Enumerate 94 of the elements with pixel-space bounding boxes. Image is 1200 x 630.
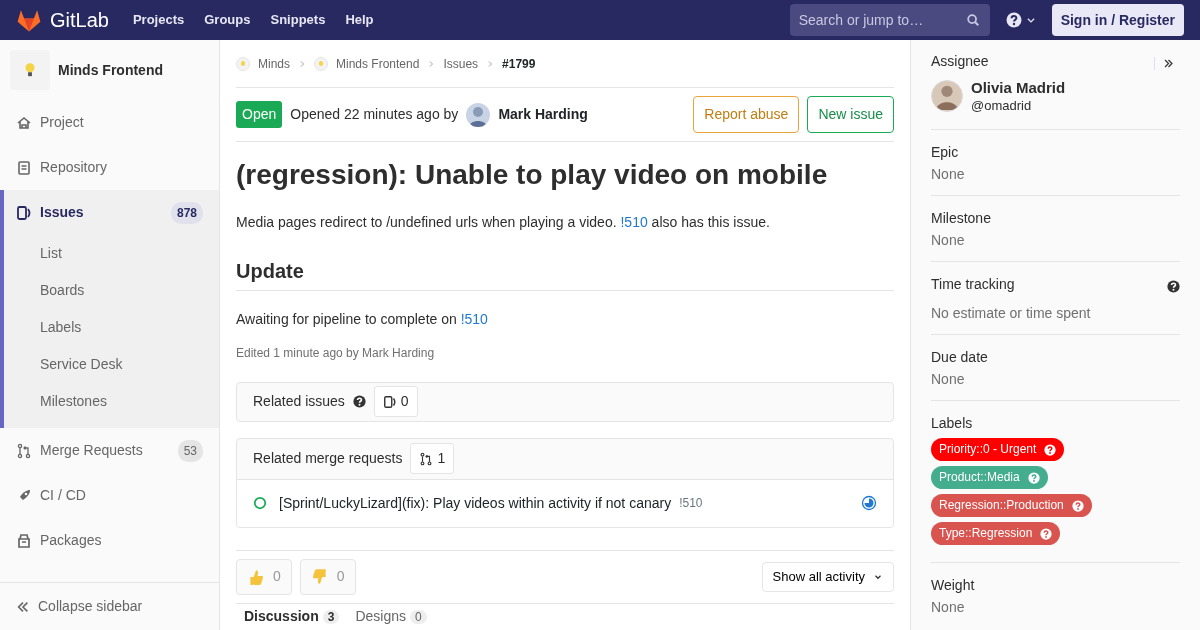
label-tag[interactable]: Type::Regression — [931, 522, 1061, 546]
card-title: Related issues — [253, 392, 345, 412]
activity-filter-dropdown[interactable]: Show all activity — [761, 561, 894, 592]
package-icon — [16, 532, 32, 549]
breadcrumb-link[interactable]: Issues — [443, 54, 479, 73]
sign-in-button[interactable]: Sign in / Register — [1051, 4, 1184, 36]
field-value: None — [931, 231, 966, 250]
field-value: None — [931, 598, 966, 617]
author-avatar — [466, 102, 491, 127]
merge-request-link[interactable]: [Sprint/LuckyLizard](fix): Play videos within activity if not canary — [279, 492, 672, 514]
merge-request-count-badge: 1 — [410, 443, 455, 475]
home-icon — [16, 114, 32, 131]
assignee-username: @omadrid — [971, 97, 1033, 115]
open-status-icon — [253, 496, 267, 511]
chevron-right-icon — [486, 59, 495, 68]
sidebar-subitem[interactable]: Milestones — [4, 383, 219, 420]
project-name[interactable]: Minds Frontend — [58, 59, 163, 81]
sidebar-subitem[interactable]: Service Desk — [4, 346, 219, 383]
group-avatar — [236, 56, 250, 71]
tab[interactable]: Designs 0 — [347, 604, 435, 629]
help-icon — [352, 395, 366, 409]
count-badge: 53 — [177, 439, 203, 462]
count-badge: 0 — [410, 610, 427, 625]
issues-icon — [16, 204, 32, 221]
sidebar-item[interactable]: CI / CD — [0, 473, 219, 518]
issue-count-badge: 0 — [373, 386, 418, 418]
section-heading: Time tracking — [931, 275, 1015, 294]
edited-note: Edited 1 minute ago by Mark Harding — [236, 344, 436, 362]
new-issue-button[interactable]: New issue — [807, 96, 894, 133]
paragraph: Media pages redirect to /undefined urls when playing a video. !510 also has this issue. — [236, 212, 771, 232]
field-value: None — [931, 164, 966, 183]
sidebar-item[interactable]: Repository — [0, 145, 219, 190]
merge-request-icon — [419, 451, 434, 466]
card-title: Related merge requests — [253, 449, 403, 469]
caret-icon — [1025, 15, 1036, 25]
sidebar-subitem[interactable]: List — [4, 235, 219, 272]
thumbs-down-icon — [310, 567, 329, 586]
nav-link[interactable]: Projects — [132, 10, 185, 30]
report-abuse-button[interactable]: Report abuse — [693, 96, 800, 133]
search-field[interactable]: Search or jump to… — [789, 4, 990, 36]
tab[interactable]: Discussion 3 — [236, 604, 348, 629]
help-icon — [1040, 527, 1053, 540]
double-chevron-left-icon — [16, 599, 30, 614]
thumbs-up-icon — [247, 567, 265, 586]
label-tag[interactable]: Regression::Production — [931, 494, 1092, 518]
chevron-right-icon — [427, 59, 436, 68]
help-icon — [1005, 12, 1022, 28]
nav-link[interactable]: Snippets — [270, 10, 326, 30]
search-icon — [965, 13, 980, 27]
merge-request-icon — [16, 442, 32, 459]
merge-request-link[interactable]: !510 — [460, 310, 488, 327]
count-badge: 3 — [322, 610, 340, 625]
sidebar-item[interactable]: Issues 878 — [4, 190, 219, 235]
issues-icon — [382, 394, 397, 409]
status-badge: Open — [236, 101, 283, 128]
chevron-right-icon — [298, 59, 306, 68]
double-chevron-right-icon — [1163, 57, 1174, 69]
sidebar-subitem[interactable]: Labels — [4, 309, 219, 346]
merge-request-link[interactable]: !510 — [620, 213, 648, 230]
opened-text: Opened 22 minutes ago by — [290, 105, 459, 124]
assignee-avatar — [931, 80, 963, 113]
nav-link[interactable]: Groups — [204, 10, 251, 30]
sidebar-subitem[interactable]: Boards — [4, 272, 219, 309]
section-heading: Update — [236, 258, 894, 291]
field-value: None — [931, 369, 966, 389]
issue-title: (regression): Unable to play video on mobile — [236, 158, 829, 192]
breadcrumb-link[interactable]: Minds — [258, 54, 290, 73]
sidebar-item[interactable]: Project — [0, 100, 219, 145]
section-heading: Milestone — [931, 208, 991, 228]
label-tag[interactable]: Priority::0 - Urgent — [931, 438, 1065, 462]
section-heading: Epic — [931, 142, 959, 161]
help-dropdown[interactable] — [1005, 12, 1036, 28]
help-icon — [1071, 499, 1084, 512]
sidebar-item[interactable]: Packages — [0, 518, 219, 563]
nav-link[interactable]: Help — [345, 10, 374, 30]
count-badge: 878 — [170, 201, 203, 224]
assignee-name[interactable]: Olivia Madrid — [971, 78, 1066, 98]
author-link[interactable]: Mark Harding — [498, 104, 588, 125]
merge-request-ref: !510 — [679, 495, 703, 513]
field-value: No estimate or time spent — [931, 303, 1092, 322]
help-icon — [1027, 471, 1040, 484]
section-heading: Assignee — [931, 52, 989, 71]
pipeline-status-icon — [861, 495, 877, 512]
group-avatar — [314, 56, 328, 71]
section-heading: Weight — [931, 576, 975, 595]
document-icon — [16, 159, 32, 176]
section-heading: Labels — [931, 414, 973, 433]
sidebar-item[interactable]: Merge Requests 53 — [0, 428, 219, 473]
help-icon — [1044, 443, 1057, 456]
breadcrumb-current: #1799 — [502, 55, 536, 73]
section-heading: Due date — [931, 347, 988, 366]
paragraph: Awaiting for pipeline to complete on !510 — [236, 309, 489, 329]
brand-name[interactable]: GitLab — [50, 5, 109, 35]
breadcrumb-link[interactable]: Minds Frontend — [336, 54, 420, 73]
